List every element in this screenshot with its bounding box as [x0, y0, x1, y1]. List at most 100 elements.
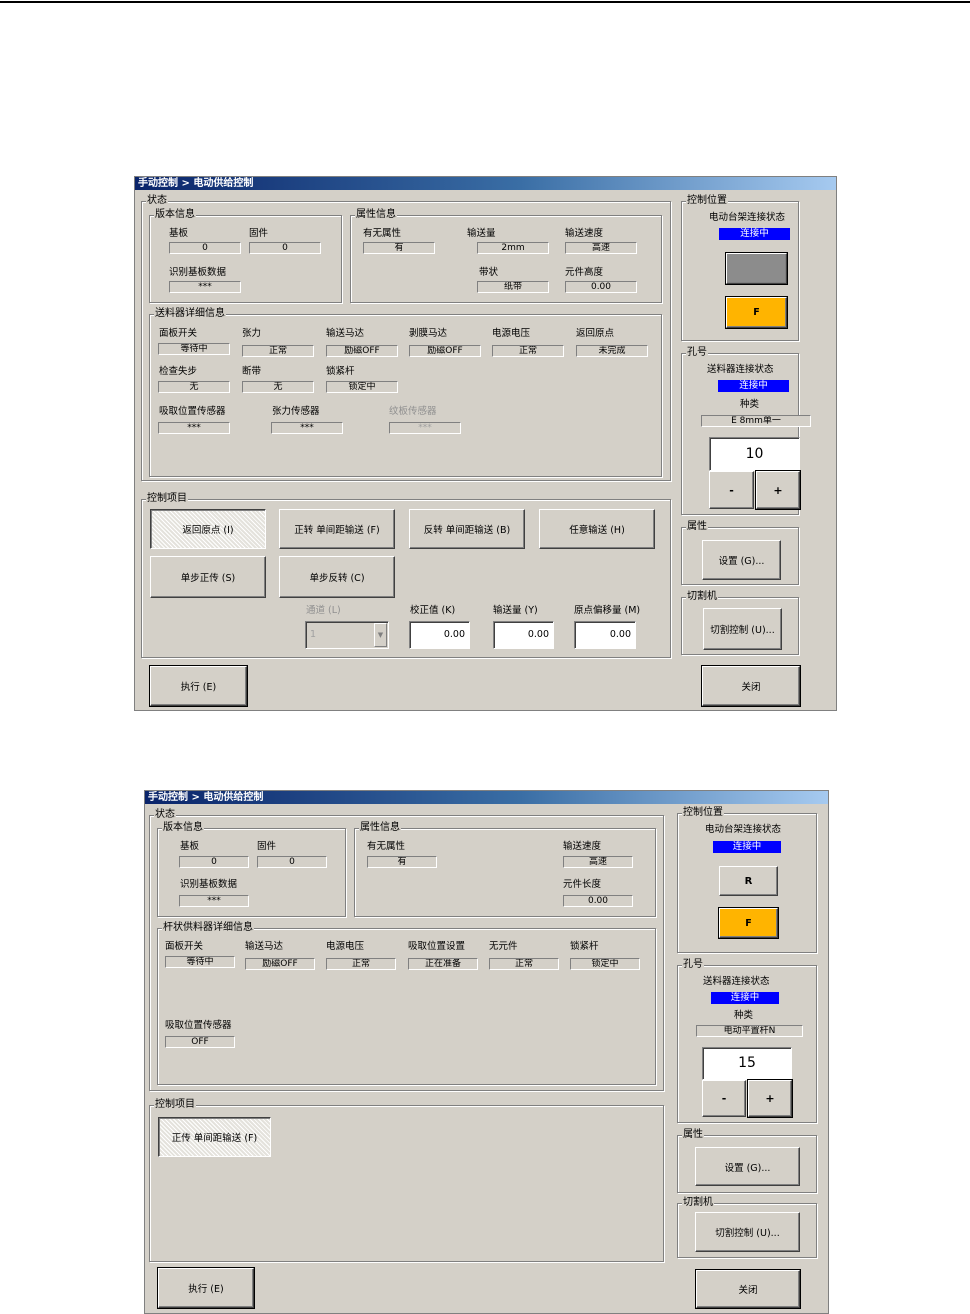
feeder-connection-label: 送料器连接状态: [707, 364, 774, 375]
panel-switch-value: 等待中: [158, 343, 230, 355]
peel-motor-value: 励磁OFF: [409, 345, 481, 357]
hole-plus-button[interactable]: +: [747, 1079, 793, 1118]
attributes-legend: 属性: [686, 521, 708, 533]
return-home-label: 返回原点: [576, 328, 615, 339]
version-info-group: 版本信息 基板 0 固件 0 识别基板数据 ***: [157, 822, 346, 917]
control-items-group: 控制项目 返回原点 (I) 正转 单间距输送 (F) 反转 单间距输送 (B) …: [141, 493, 671, 658]
chevron-down-icon[interactable]: ▼: [374, 623, 387, 647]
correction-input[interactable]: 0.00: [409, 621, 470, 649]
part-height-label: 元件高度: [565, 267, 604, 278]
version-info-legend: 版本信息: [154, 209, 196, 221]
cutter-group: 切割机 切割控制 (U)...: [677, 1197, 817, 1258]
close-button[interactable]: 关闭: [701, 665, 801, 707]
hole-number-group: 孔号 送料器连接状态 连接中 种类 电动平置杆N 15 - +: [677, 959, 817, 1123]
part-height-value: 0.00: [565, 281, 637, 293]
firmware-label: 固件: [257, 841, 277, 852]
feed-motor-value: 励磁OFF: [245, 958, 315, 970]
firmware-value: 0: [249, 242, 321, 254]
window-titlebar: 手动控制 > 电动供给控制: [145, 791, 828, 804]
cutter-legend: 切割机: [686, 591, 718, 603]
hole-minus-button[interactable]: -: [702, 1080, 746, 1117]
feed-speed-value: 高速: [563, 856, 633, 868]
return-home-button[interactable]: 返回原点 (I): [150, 509, 266, 549]
feeder-connection-status: 连接中: [718, 380, 789, 392]
channel-select-value: 1: [310, 629, 317, 640]
hole-number-legend: 孔号: [686, 347, 708, 359]
panel-switch-label: 面板开关: [165, 941, 204, 952]
feeder-connection-status: 连接中: [711, 992, 779, 1004]
power-voltage-label: 电源电压: [326, 941, 365, 952]
close-button[interactable]: 关闭: [695, 1269, 801, 1309]
attributes-group: 属性 设置 (G)...: [677, 1129, 817, 1193]
channel-label: 通道 (L): [306, 605, 341, 616]
settings-button[interactable]: 设置 (G)...: [695, 1147, 800, 1186]
settings-button[interactable]: 设置 (G)...: [702, 540, 781, 580]
control-items-group: 控制项目 正传 单间距输送 (F): [149, 1099, 664, 1262]
firmware-value: 0: [257, 856, 327, 868]
power-voltage-label: 电源电压: [492, 328, 531, 339]
no-part-value: 正常: [489, 958, 559, 970]
power-voltage-value: 正常: [492, 345, 564, 357]
no-part-label: 无元件: [489, 941, 518, 952]
type-label: 种类: [740, 399, 760, 410]
type-value: 电动平置杆N: [696, 1025, 803, 1037]
position-f-button[interactable]: F: [718, 907, 779, 939]
window-titlebar: 手动控制 > 电动供给控制: [135, 177, 836, 190]
tension-sensor-value: ***: [271, 422, 343, 434]
forward-step-feed-button[interactable]: 正传 单间距输送 (F): [158, 1117, 271, 1157]
execute-button[interactable]: 执行 (E): [157, 1267, 255, 1309]
cutter-legend: 切割机: [682, 1197, 714, 1209]
hole-number-display[interactable]: 10: [709, 437, 800, 471]
arbitrary-feed-button[interactable]: 任意输送 (H): [539, 509, 655, 549]
hole-minus-button[interactable]: -: [709, 471, 754, 509]
channel-select[interactable]: 1 ▼: [305, 621, 389, 649]
version-info-legend: 版本信息: [162, 822, 204, 834]
position-r-button[interactable]: R: [719, 866, 778, 896]
cutter-control-button[interactable]: 切割控制 (U)...: [703, 608, 782, 650]
position-f-button[interactable]: F: [725, 296, 788, 329]
cutter-group: 切割机 切割控制 (U)...: [681, 591, 799, 655]
control-position-legend: 控制位置: [682, 807, 724, 819]
pick-sensor-value: ***: [158, 422, 230, 434]
status-legend: 状态: [154, 809, 176, 821]
board-id-value: ***: [169, 281, 241, 293]
type-value: E 8mm单一: [701, 415, 811, 427]
feed-speed-label: 输送速度: [565, 228, 604, 239]
feed-amount-input-label: 输送量 (Y): [493, 605, 538, 616]
feed-motor-label: 输送马达: [326, 328, 365, 339]
board-id-label: 识别基板数据: [169, 267, 227, 278]
substrate-value: 0: [179, 856, 249, 868]
page-header-rule: [0, 1, 970, 3]
single-step-forward-button[interactable]: 单步正传 (S): [150, 556, 266, 598]
rack-connection-status: 连接中: [713, 841, 781, 853]
forward-step-feed-button[interactable]: 正转 单间距输送 (F): [279, 509, 395, 549]
hole-plus-button[interactable]: +: [755, 470, 801, 510]
origin-offset-input[interactable]: 0.00: [574, 621, 636, 649]
reverse-step-feed-button[interactable]: 反转 单间距输送 (B): [409, 509, 525, 549]
hole-number-display[interactable]: 15: [702, 1047, 792, 1080]
pick-position-setting-value: 正在准备: [408, 958, 478, 970]
single-step-reverse-button[interactable]: 单步反转 (C): [279, 556, 395, 598]
lock-lever-label: 锁紧杆: [326, 366, 355, 377]
return-home-value: 未完成: [576, 345, 648, 357]
plate-sensor-label: 纹板传感器: [389, 406, 437, 417]
plate-sensor-value: ***: [389, 422, 461, 434]
execute-button[interactable]: 执行 (E): [149, 665, 248, 707]
control-position-group: 控制位置 电动台架连接状态 连接中 F: [681, 195, 799, 341]
control-items-legend: 控制项目: [146, 493, 188, 505]
control-position-group: 控制位置 电动台架连接状态 连接中 R F: [677, 807, 817, 953]
part-length-value: 0.00: [563, 895, 633, 907]
cutter-control-button[interactable]: 切割控制 (U)...: [695, 1212, 800, 1252]
feeder-control-window-2: 手动控制 > 电动供给控制 状态 版本信息 基板 0 固件 0 识别基板数据 *…: [144, 790, 829, 1314]
pick-sensor-value: OFF: [165, 1036, 235, 1048]
position-r-button[interactable]: [725, 252, 788, 285]
part-length-label: 元件长度: [563, 879, 602, 890]
attribute-info-group: 属性信息 有无属性 有 输送量 2mm 输送速度 高速 带状 纸带 元件高度 0…: [350, 209, 662, 303]
panel-switch-value: 等待中: [165, 956, 235, 968]
attributes-legend: 属性: [682, 1129, 704, 1141]
rack-connection-label: 电动台架连接状态: [705, 824, 782, 835]
feed-amount-input[interactable]: 0.00: [493, 621, 554, 649]
firmware-label: 固件: [249, 228, 269, 239]
rack-connection-label: 电动台架连接状态: [709, 212, 786, 223]
panel-switch-label: 面板开关: [159, 328, 198, 339]
